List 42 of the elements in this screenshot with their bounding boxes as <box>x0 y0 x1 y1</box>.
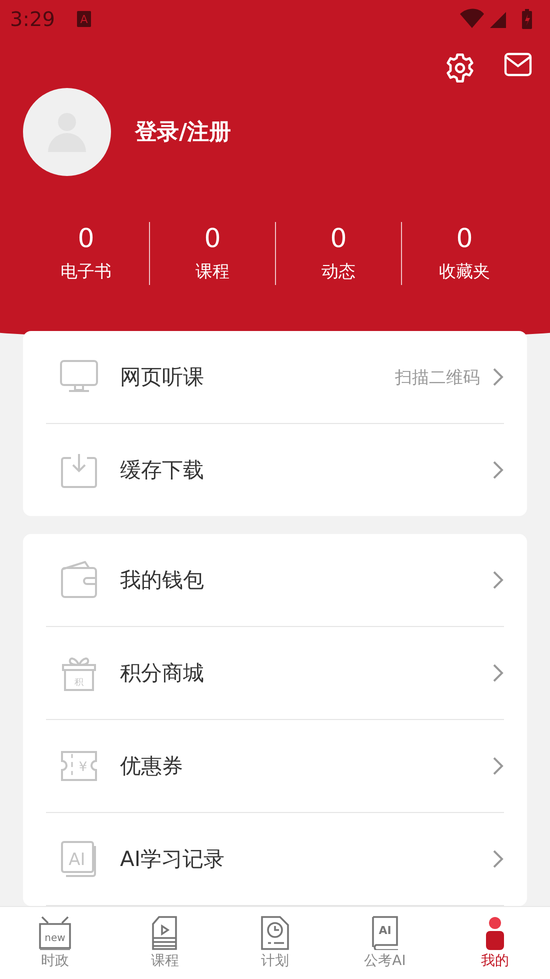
stat-label[interactable]: 收藏夹 <box>439 260 490 283</box>
mail-icon[interactable] <box>504 52 532 78</box>
clock-document-icon <box>258 916 292 950</box>
signal-icon <box>490 12 506 28</box>
menu-item-label: 缓存下载 <box>120 457 205 484</box>
battery-icon <box>522 9 532 29</box>
menu-item[interactable]: ¥ 优惠券 <box>46 720 504 813</box>
menu-item-label: 网页听课 <box>120 364 205 391</box>
wifi-icon <box>460 8 484 28</box>
menu-item-label: 积分商城 <box>120 660 205 687</box>
chevron-right-icon <box>492 849 504 869</box>
menu-item-label: AI学习记录 <box>120 846 226 873</box>
menu-item-label: 我的钱包 <box>120 567 205 594</box>
nav-tab[interactable]: AI 公考AI <box>330 907 440 979</box>
chevron-right-icon <box>492 367 504 387</box>
chevron-right-icon <box>492 570 504 590</box>
notification-icon: A <box>76 11 91 27</box>
chevron-right-icon <box>492 663 504 683</box>
menu-item[interactable]: 积 积分商城 <box>46 627 504 720</box>
stat-value: 0 <box>330 224 347 254</box>
nav-tab[interactable]: 计划 <box>220 907 330 979</box>
menu-item[interactable]: 网页听课 扫描二维码 <box>46 331 504 424</box>
chevron-right-icon <box>492 756 504 776</box>
stat-label[interactable]: 动态 <box>322 260 356 283</box>
stat-value: 0 <box>204 224 221 254</box>
nav-tab[interactable]: 我的 <box>440 907 550 979</box>
wallet-icon <box>60 561 98 599</box>
stat-label[interactable]: 课程 <box>196 260 230 283</box>
login-register-link[interactable]: 登录/注册 <box>135 117 232 147</box>
menu-item-hint: 扫描二维码 <box>395 366 480 388</box>
stat-value: 0 <box>456 224 473 254</box>
chevron-right-icon <box>492 460 504 480</box>
stat-value: 0 <box>78 224 94 254</box>
settings-icon[interactable] <box>444 52 476 84</box>
menu-item[interactable]: 我的钱包 <box>46 534 504 627</box>
status-time: 3:29 <box>10 7 55 31</box>
nav-tab[interactable]: new 时政 <box>0 907 110 979</box>
nav-tab[interactable]: 课程 <box>110 907 220 979</box>
menu-item-label: 优惠券 <box>120 753 184 780</box>
stat-label[interactable]: 电子书 <box>60 260 112 283</box>
menu-item[interactable]: 缓存下载 <box>46 424 504 516</box>
download-icon <box>60 451 98 489</box>
